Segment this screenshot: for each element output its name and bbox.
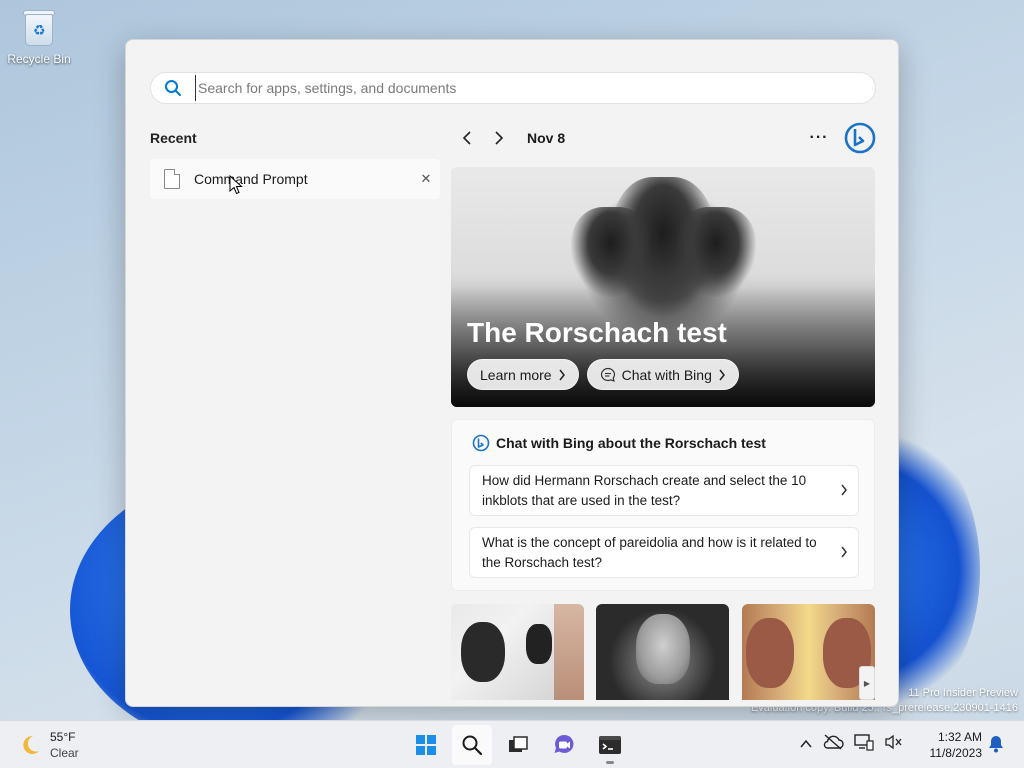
search-flyout: Recent Command Prompt ✕ Nov 8 ··· The Ro…: [125, 39, 899, 707]
start-button[interactable]: [406, 725, 446, 765]
hero-title: The Rorschach test: [467, 317, 727, 348]
taskbar-search-button[interactable]: [452, 725, 492, 765]
chat-card-title: Chat with Bing about the Rorschach test: [496, 435, 766, 451]
desktop-icon-label: Recycle Bin: [7, 52, 71, 66]
chevron-right-icon: [841, 484, 847, 496]
mouse-cursor-icon: [229, 175, 243, 195]
clock-time: 1:32 AM: [937, 730, 982, 744]
desktop-icon-recycle-bin[interactable]: ♻ Recycle Bin: [6, 8, 72, 66]
recycle-bin-icon: ♻: [21, 8, 57, 48]
chevron-right-icon: [719, 369, 725, 380]
terminal-app-button[interactable]: [590, 725, 630, 765]
windows-start-icon: [416, 735, 436, 755]
notifications-button[interactable]: [988, 735, 1004, 758]
weather-condition: Clear: [50, 746, 79, 760]
bing-chat-card: Chat with Bing about the Rorschach test …: [451, 419, 875, 591]
show-hidden-icons-button[interactable]: [800, 736, 812, 754]
terminal-icon: [599, 736, 621, 754]
clock-date: 11/8/2023: [929, 746, 983, 760]
more-options-button[interactable]: ···: [804, 124, 834, 152]
weather-temp: 55°F: [50, 730, 76, 744]
chevron-right-icon: [559, 369, 565, 380]
onedrive-offline-icon[interactable]: [822, 734, 844, 755]
search-icon: [462, 735, 483, 756]
recent-item-command-prompt[interactable]: Command Prompt ✕: [150, 159, 440, 199]
previous-day-button[interactable]: [451, 124, 483, 152]
bing-button[interactable]: [843, 121, 877, 155]
learn-more-button[interactable]: Learn more: [467, 359, 579, 390]
chevron-right-icon: [841, 546, 847, 558]
recent-heading: Recent: [150, 130, 197, 146]
thumbnail-inkblot-session[interactable]: [451, 604, 584, 700]
weather-widget[interactable]: 55°F Clear: [18, 729, 79, 761]
running-indicator: [606, 761, 614, 764]
chat-question-2[interactable]: What is the concept of pareidolia and ho…: [469, 527, 859, 578]
chevron-left-icon: [462, 131, 471, 145]
chat-icon: [554, 734, 574, 753]
bell-icon: [989, 736, 1003, 753]
recent-item-label: Command Prompt: [194, 171, 308, 187]
taskbar: 55°F Clear 1:32 AM 11/8/2023: [0, 720, 1024, 768]
chevron-up-icon: [800, 739, 812, 747]
chat-question-1[interactable]: How did Hermann Rorschach create and sel…: [469, 465, 859, 516]
scroll-right-button[interactable]: ▶: [859, 666, 875, 700]
next-day-button[interactable]: [483, 124, 515, 152]
moon-icon: [23, 735, 39, 754]
highlight-date: Nov 8: [527, 130, 566, 146]
search-box[interactable]: [150, 72, 876, 104]
related-thumbnails: ▶: [451, 604, 875, 700]
highlight-hero-card[interactable]: The Rorschach test Learn more Chat with …: [451, 167, 875, 407]
chat-with-bing-button[interactable]: Chat with Bing: [586, 359, 739, 390]
document-icon: [164, 169, 180, 189]
search-input[interactable]: [195, 75, 875, 101]
chevron-right-icon: [495, 131, 504, 145]
system-tray: [800, 733, 902, 756]
bing-chat-icon: [472, 434, 490, 452]
thumbnail-portrait[interactable]: [596, 604, 729, 700]
network-icon[interactable]: [854, 733, 874, 756]
chat-bubble-icon: [600, 367, 615, 382]
task-view-icon: [509, 736, 528, 752]
chat-app-button[interactable]: [544, 725, 584, 765]
bing-icon: [844, 122, 876, 154]
remove-recent-button[interactable]: ✕: [412, 171, 440, 187]
thumbnail-illusion-faces[interactable]: [742, 604, 875, 700]
highlights-nav: Nov 8 ···: [451, 121, 881, 155]
task-view-button[interactable]: [498, 725, 538, 765]
search-icon: [151, 79, 195, 97]
taskbar-clock[interactable]: 1:32 AM 11/8/2023: [920, 729, 983, 761]
volume-muted-icon[interactable]: [884, 734, 902, 755]
